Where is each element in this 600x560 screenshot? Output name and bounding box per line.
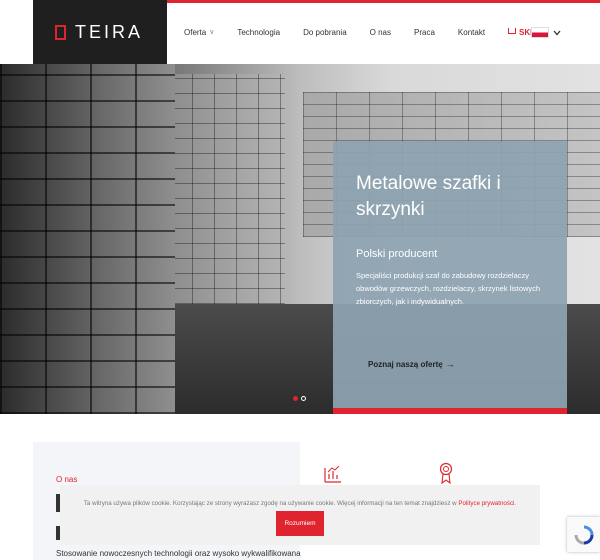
nav-item-label: Praca [414,27,435,37]
cookie-text: Ta witryna używa plików cookie. Korzysta… [83,500,457,507]
chevron-down-icon: ∨ [209,29,215,36]
nav-item-technologia[interactable]: Technologia [237,28,280,37]
logo[interactable]: TEIRA [33,0,167,64]
main-nav: Oferta ∨ Technologia Do pobrania O nas P… [184,0,569,64]
hero-card: Metalowe szafki i skrzynki Polski produc… [333,141,567,414]
hero-title: Metalowe szafki i skrzynki [356,173,501,220]
hero-cta-label: Poznaj naszą ofertę [368,359,443,369]
nav-item-label: O nas [369,27,391,37]
slider-pagination [293,396,306,401]
slider-dot-active[interactable] [293,396,298,401]
privacy-policy-link[interactable]: Polityce prywatności [458,500,514,507]
hero-image-mailboxes-middle [170,74,285,304]
nav-item-o-nas[interactable]: O nas [370,28,391,37]
hero-cta-link[interactable]: Poznaj naszą ofertę → [368,359,455,369]
arrow-right-icon: → [445,359,455,369]
cookie-accept-button[interactable]: Rozumiem [276,511,324,536]
slider-dot[interactable] [301,396,306,401]
hero-image-mailboxes-front [0,64,175,414]
polish-flag-icon [531,27,549,38]
logo-mark-icon [55,24,66,40]
nav-item-label: Do pobrania [303,27,347,37]
hero-card-accent-bar [333,408,567,414]
chevron-down-icon [553,30,561,35]
hero-subtitle: Polski producent [356,248,438,260]
nav-item-label: Oferta [184,27,207,37]
recaptcha-badge[interactable] [567,517,600,552]
recaptcha-icon [574,525,593,544]
site-header: TEIRA Oferta ∨ Technologia Do pobrania O… [0,0,600,64]
nav-item-kontakt[interactable]: Kontakt [458,28,485,37]
cookie-text-line: Ta witryna używa plików cookie. Korzysta… [60,500,540,507]
logo-text: TEIRA [75,21,144,42]
nav-item-label: Kontakt [457,27,486,37]
award-medal-icon [439,462,453,484]
about-label: O nas [56,475,78,484]
nav-item-do-pobrania[interactable]: Do pobrania [303,28,347,37]
language-switcher[interactable] [531,27,561,38]
cookie-text-end: . [514,500,517,507]
basket-icon [508,28,517,34]
chart-growth-icon [324,465,341,483]
nav-item-oferta[interactable]: Oferta ∨ [184,28,214,37]
nav-item-praca[interactable]: Praca [414,28,435,37]
about-text: Stosowanie nowoczesnych technologii oraz… [56,549,301,558]
hero-description: Specjaliści produkcji szaf do zabudowy r… [356,271,541,306]
cookie-banner: Ta witryna używa plików cookie. Korzysta… [60,485,540,545]
nav-item-label: Technologia [237,27,281,37]
